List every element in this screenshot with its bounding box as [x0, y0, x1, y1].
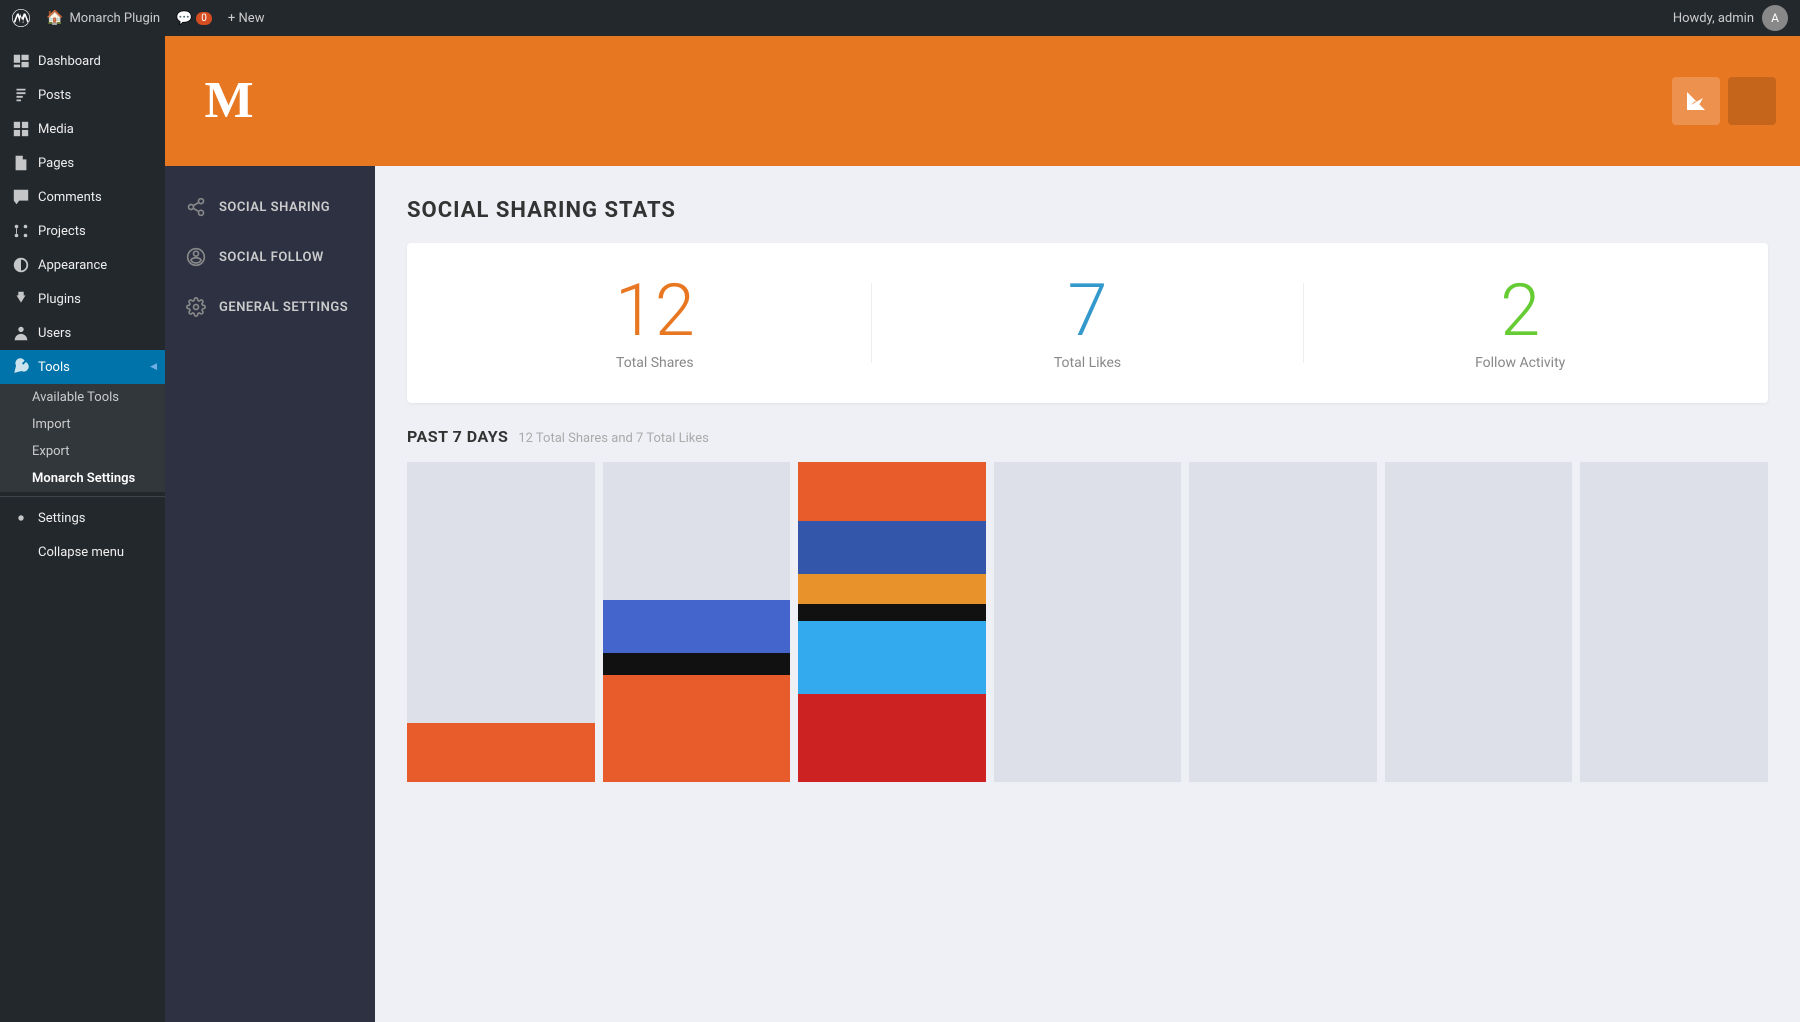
monarch-logo: M — [189, 61, 269, 141]
content-area: M — [165, 36, 1800, 1022]
sidebar-item-comments[interactable]: Comments — [0, 180, 165, 214]
bar-chart — [407, 462, 1768, 782]
settings-icon — [12, 509, 30, 527]
collapse-icon — [12, 543, 30, 561]
posts-icon — [12, 86, 30, 104]
bar-segment — [798, 621, 986, 694]
total-shares-number: 12 — [439, 275, 871, 347]
comments-icon — [12, 188, 30, 206]
bar-column — [407, 462, 595, 782]
chart-section-header: PAST 7 DAYS 12 Total Shares and 7 Total … — [407, 427, 1768, 446]
sidebar-item-tools[interactable]: Tools — [0, 350, 165, 384]
sidebar-divider — [0, 496, 165, 497]
wp-logo[interactable] — [12, 9, 30, 27]
bar-segment — [798, 574, 986, 603]
sidebar-sub-monarch[interactable]: Monarch Settings — [0, 465, 165, 492]
import-export-icon-button[interactable] — [1728, 77, 1776, 125]
bar-empty — [1189, 462, 1377, 782]
bar-column — [1580, 462, 1768, 782]
users-icon — [12, 324, 30, 342]
monarch-main-content: SOCIAL SHARING STATS 12 Total Shares 7 T… — [375, 166, 1800, 1022]
sidebar-item-users[interactable]: Users — [0, 316, 165, 350]
sidebar-item-posts[interactable]: Posts — [0, 78, 165, 112]
bar-segment — [798, 521, 986, 575]
follow-icon — [185, 246, 207, 268]
projects-icon — [12, 222, 30, 240]
sidebar-item-dashboard[interactable]: Dashboard — [0, 44, 165, 78]
bar-empty — [1385, 462, 1573, 782]
monarch-nav-general-settings[interactable]: General Settings — [165, 282, 375, 332]
new-content-link[interactable]: + New — [228, 11, 265, 26]
sidebar-item-projects[interactable]: Projects — [0, 214, 165, 248]
bar-segment — [603, 675, 791, 782]
admin-bar: 🏠 Monarch Plugin 💬 0 + New Howdy, admin … — [0, 0, 1800, 36]
pages-icon — [12, 154, 30, 172]
sidebar-item-media[interactable]: Media — [0, 112, 165, 146]
plugins-icon — [12, 290, 30, 308]
bar-column — [798, 462, 986, 782]
sidebar-item-appearance[interactable]: Appearance — [0, 248, 165, 282]
bar-segment — [798, 604, 986, 622]
media-icon — [12, 120, 30, 138]
total-shares-card: 12 Total Shares — [439, 275, 871, 371]
monarch-header-icons — [1672, 77, 1776, 125]
follow-activity-number: 2 — [1304, 275, 1736, 347]
bar-empty — [407, 462, 595, 723]
monarch-header: M — [165, 36, 1800, 166]
monarch-sidenav: Social Sharing Social Follow General Set… — [165, 166, 375, 1022]
sidebar-sub-available-tools[interactable]: Available Tools — [0, 384, 165, 411]
tools-icon — [12, 358, 30, 376]
site-name[interactable]: 🏠 Monarch Plugin — [46, 10, 160, 26]
bar-segment — [798, 462, 986, 521]
monarch-plugin: M — [165, 36, 1800, 1022]
monarch-body: Social Sharing Social Follow General Set… — [165, 166, 1800, 1022]
total-shares-label: Total Shares — [439, 355, 871, 371]
bar-column — [603, 462, 791, 782]
bar-empty — [1580, 462, 1768, 782]
chart-section-title: PAST 7 DAYS — [407, 427, 508, 446]
monarch-nav-social-follow[interactable]: Social Follow — [165, 232, 375, 282]
bar-segment — [407, 723, 595, 782]
sidebar-item-plugins[interactable]: Plugins — [0, 282, 165, 316]
sidebar-item-collapse[interactable]: Collapse menu — [0, 535, 165, 569]
monarch-logo-m: M — [204, 75, 253, 127]
sidebar-sub-export[interactable]: Export — [0, 438, 165, 465]
chart-section-subtitle: 12 Total Shares and 7 Total Likes — [518, 431, 708, 446]
monarch-nav-social-sharing[interactable]: Social Sharing — [165, 182, 375, 232]
bar-empty — [603, 462, 791, 600]
sidebar-item-pages[interactable]: Pages — [0, 146, 165, 180]
dashboard-icon — [12, 52, 30, 70]
bar-empty — [994, 462, 1182, 782]
main-layout: Dashboard Posts Media Pages Comments — [0, 36, 1800, 1022]
sidebar-item-settings[interactable]: Settings — [0, 501, 165, 535]
sidebar-sub-import[interactable]: Import — [0, 411, 165, 438]
share-icon — [185, 196, 207, 218]
total-likes-number: 7 — [872, 275, 1304, 347]
stats-cards: 12 Total Shares 7 Total Likes 2 Follow A… — [407, 243, 1768, 403]
tools-submenu: Available Tools Import Export Monarch Se… — [0, 384, 165, 492]
stats-icon-button[interactable] — [1672, 77, 1720, 125]
bar-segment — [603, 653, 791, 674]
total-likes-card: 7 Total Likes — [872, 275, 1304, 371]
follow-activity-card: 2 Follow Activity — [1304, 275, 1736, 371]
wp-sidebar: Dashboard Posts Media Pages Comments — [0, 36, 165, 1022]
bar-column — [1385, 462, 1573, 782]
stats-title: SOCIAL SHARING STATS — [407, 198, 1768, 223]
comments-link[interactable]: 💬 0 — [176, 11, 212, 26]
appearance-icon — [12, 256, 30, 274]
bar-segment — [603, 600, 791, 654]
total-likes-label: Total Likes — [872, 355, 1304, 371]
bar-column — [994, 462, 1182, 782]
bar-segment — [798, 694, 986, 782]
avatar[interactable]: A — [1762, 5, 1788, 31]
general-settings-icon — [185, 296, 207, 318]
admin-user-menu[interactable]: Howdy, admin A — [1673, 5, 1788, 31]
follow-activity-label: Follow Activity — [1304, 355, 1736, 371]
bar-column — [1189, 462, 1377, 782]
